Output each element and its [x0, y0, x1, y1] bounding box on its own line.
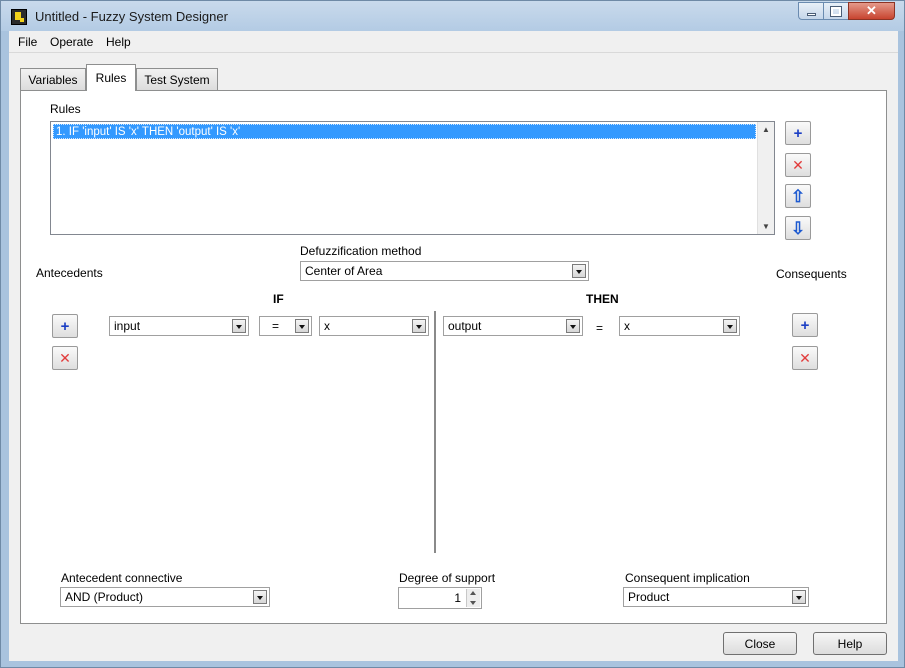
chevron-down-icon[interactable] [295, 319, 309, 333]
defuzz-value: Center of Area [305, 264, 383, 278]
antecedent-term-value: x [324, 319, 330, 333]
chevron-down-icon[interactable] [412, 319, 426, 333]
antecedents-label: Antecedents [36, 266, 103, 280]
add-consequent-button[interactable]: + [792, 313, 818, 337]
x-icon: ✕ [59, 350, 71, 366]
x-icon: ✕ [799, 350, 811, 366]
consequent-term-select[interactable]: x [619, 316, 740, 336]
chevron-down-icon[interactable] [566, 319, 580, 333]
client-area: File Operate Help Variables Rules Test S… [9, 31, 898, 661]
labview-app-icon [11, 9, 27, 25]
rule-row-selected[interactable]: 1. IF 'input' IS 'x' THEN 'output' IS 'x… [53, 124, 756, 139]
antecedent-connective-label: Antecedent connective [61, 571, 183, 585]
title-bar[interactable]: Untitled - Fuzzy System Designer ✕ [1, 1, 904, 31]
defuzz-select[interactable]: Center of Area [300, 261, 589, 281]
close-icon: ✕ [866, 3, 877, 18]
chevron-down-icon[interactable] [253, 590, 267, 604]
tab-test-system[interactable]: Test System [136, 68, 218, 90]
decrement-icon[interactable] [467, 598, 480, 607]
consequent-equals-sign: = [596, 321, 604, 335]
rules-scrollbar[interactable]: ▲ ▼ [757, 122, 774, 234]
defuzz-label: Defuzzification method [300, 244, 422, 258]
consequent-term-value: x [624, 319, 630, 333]
window-title: Untitled - Fuzzy System Designer [35, 9, 228, 24]
scroll-up-icon[interactable]: ▲ [762, 125, 770, 134]
if-then-divider [434, 311, 436, 553]
antecedent-connective-value: AND (Product) [65, 590, 144, 604]
consequent-implication-label: Consequent implication [625, 571, 750, 585]
chevron-down-icon[interactable] [723, 319, 737, 333]
consequent-implication-select[interactable]: Product [623, 587, 809, 607]
remove-antecedent-button[interactable]: ✕ [52, 346, 78, 370]
antecedent-variable-select[interactable]: input [109, 316, 249, 336]
if-label: IF [273, 292, 284, 306]
rules-panel: Rules 1. IF 'input' IS 'x' THEN 'output'… [20, 90, 887, 624]
degree-of-support-value: 1 [454, 591, 461, 605]
antecedent-variable-value: input [114, 319, 141, 333]
tab-rules[interactable]: Rules [86, 64, 136, 91]
minimize-button[interactable] [798, 2, 824, 20]
consequents-label: Consequents [776, 267, 847, 281]
degree-of-support-input[interactable]: 1 [398, 587, 482, 609]
menu-bar: File Operate Help [9, 31, 898, 53]
antecedent-operator-select[interactable]: = [259, 316, 312, 336]
maximize-icon [830, 5, 842, 17]
then-label: THEN [586, 292, 619, 306]
consequent-variable-select[interactable]: output [443, 316, 583, 336]
remove-consequent-button[interactable]: ✕ [792, 346, 818, 370]
chevron-down-icon[interactable] [572, 264, 586, 278]
x-icon: ✕ [792, 157, 804, 173]
add-rule-button[interactable]: + [785, 121, 811, 145]
close-window-button[interactable]: ✕ [848, 2, 895, 20]
increment-icon[interactable] [467, 589, 480, 598]
move-rule-down-button[interactable]: ⇩ [785, 216, 811, 240]
plus-icon: + [800, 316, 810, 334]
menu-operate[interactable]: Operate [50, 35, 93, 49]
scroll-down-icon[interactable]: ▼ [762, 222, 770, 231]
arrow-down-icon: ⇩ [790, 218, 806, 238]
menu-help[interactable]: Help [106, 35, 131, 49]
help-button[interactable]: Help [813, 632, 887, 655]
rules-label: Rules [50, 102, 81, 116]
add-antecedent-button[interactable]: + [52, 314, 78, 338]
menu-file[interactable]: File [18, 35, 37, 49]
move-rule-up-button[interactable]: ⇧ [785, 184, 811, 208]
chevron-down-icon[interactable] [792, 590, 806, 604]
arrow-up-icon: ⇧ [790, 186, 806, 206]
consequent-implication-value: Product [628, 590, 670, 604]
delete-rule-button[interactable]: ✕ [785, 153, 811, 177]
close-button[interactable]: Close [723, 632, 797, 655]
degree-of-support-stepper[interactable] [466, 589, 480, 607]
tab-variables[interactable]: Variables [20, 68, 86, 90]
antecedent-connective-select[interactable]: AND (Product) [60, 587, 270, 607]
minimize-icon [806, 12, 816, 16]
antecedent-operator-value: = [272, 319, 280, 333]
maximize-button[interactable] [823, 2, 849, 20]
antecedent-term-select[interactable]: x [319, 316, 429, 336]
consequent-variable-value: output [448, 319, 482, 333]
plus-icon: + [793, 124, 803, 142]
degree-of-support-label: Degree of support [399, 571, 496, 585]
rules-listbox[interactable]: 1. IF 'input' IS 'x' THEN 'output' IS 'x… [50, 121, 775, 235]
app-window: Untitled - Fuzzy System Designer ✕ File … [0, 0, 905, 668]
plus-icon: + [60, 317, 70, 335]
chevron-down-icon[interactable] [232, 319, 246, 333]
